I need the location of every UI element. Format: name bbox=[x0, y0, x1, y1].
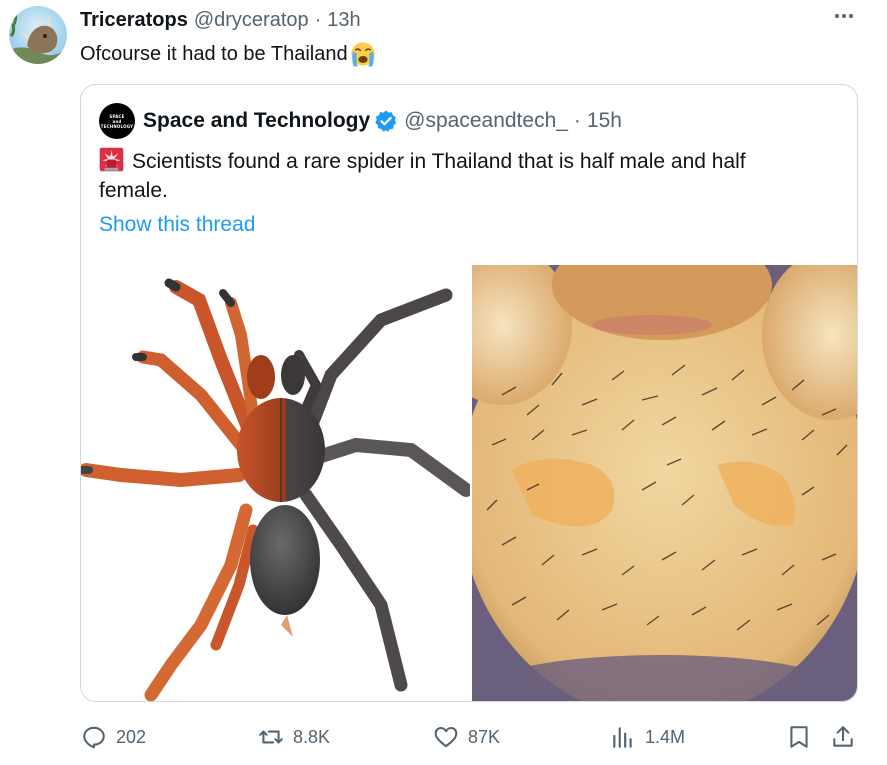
police-light-icon bbox=[99, 147, 124, 172]
tweet-body: Ofcourse it had to be Thailand bbox=[80, 42, 348, 65]
bookmark-button[interactable] bbox=[786, 722, 812, 752]
like-count: 87K bbox=[468, 726, 501, 747]
author-avatar[interactable] bbox=[9, 6, 67, 64]
reply-button[interactable]: 202 bbox=[81, 722, 146, 752]
quoted-header-separator: · bbox=[573, 109, 581, 132]
quoted-tweet-text: Scientists found a rare spider in Thaila… bbox=[99, 147, 819, 205]
spider-photo[interactable] bbox=[81, 265, 470, 701]
header-separator: · bbox=[314, 8, 322, 31]
quoted-author-handle[interactable]: @spaceandtech_ bbox=[404, 109, 568, 133]
media-gallery bbox=[81, 265, 857, 701]
share-icon bbox=[833, 726, 853, 747]
views-chart-icon bbox=[613, 727, 632, 748]
share-button[interactable] bbox=[830, 722, 856, 752]
repost-icon bbox=[259, 730, 283, 744]
repost-button[interactable]: 8.8K bbox=[258, 722, 330, 752]
reply-count: 202 bbox=[116, 726, 147, 747]
quoted-timestamp[interactable]: 15h bbox=[587, 109, 622, 133]
quoted-tweet[interactable]: SPACE and TECHNOLOGY Space and Technolog… bbox=[80, 84, 858, 702]
view-count: 1.4M bbox=[645, 726, 686, 747]
author-handle[interactable]: @dryceratop bbox=[194, 9, 309, 32]
loudly-crying-face-icon bbox=[350, 42, 375, 67]
tweet-timestamp[interactable]: 13h bbox=[327, 9, 360, 32]
bookmark-icon bbox=[790, 726, 808, 748]
verified-badge-icon[interactable] bbox=[374, 109, 398, 133]
more-options-icon[interactable] bbox=[831, 5, 857, 27]
avatar-logo-text: TECHNOLOGY bbox=[100, 123, 134, 129]
repost-count: 8.8K bbox=[293, 726, 331, 747]
quoted-author-avatar[interactable]: SPACE and TECHNOLOGY bbox=[99, 103, 135, 139]
tweet-text: Ofcourse it had to be Thailand bbox=[80, 40, 377, 68]
spider-closeup-photo[interactable] bbox=[472, 265, 857, 701]
author-display-name[interactable]: Triceratops bbox=[80, 9, 188, 32]
views-button[interactable]: 1.4M bbox=[610, 722, 685, 752]
show-thread-link[interactable]: Show this thread bbox=[99, 213, 255, 237]
heart-icon bbox=[434, 726, 458, 748]
reply-icon bbox=[83, 726, 105, 749]
like-button[interactable]: 87K bbox=[433, 722, 500, 752]
tweet-header: Triceratops @dryceratop · 13h bbox=[80, 8, 361, 32]
tweet-action-bar: 202 8.8K 87K 1.4M bbox=[80, 722, 860, 752]
quoted-author-display-name[interactable]: Space and Technology bbox=[143, 109, 370, 133]
quoted-tweet-body: Scientists found a rare spider in Thaila… bbox=[99, 150, 746, 202]
quoted-tweet-header: SPACE and TECHNOLOGY Space and Technolog… bbox=[99, 103, 622, 139]
